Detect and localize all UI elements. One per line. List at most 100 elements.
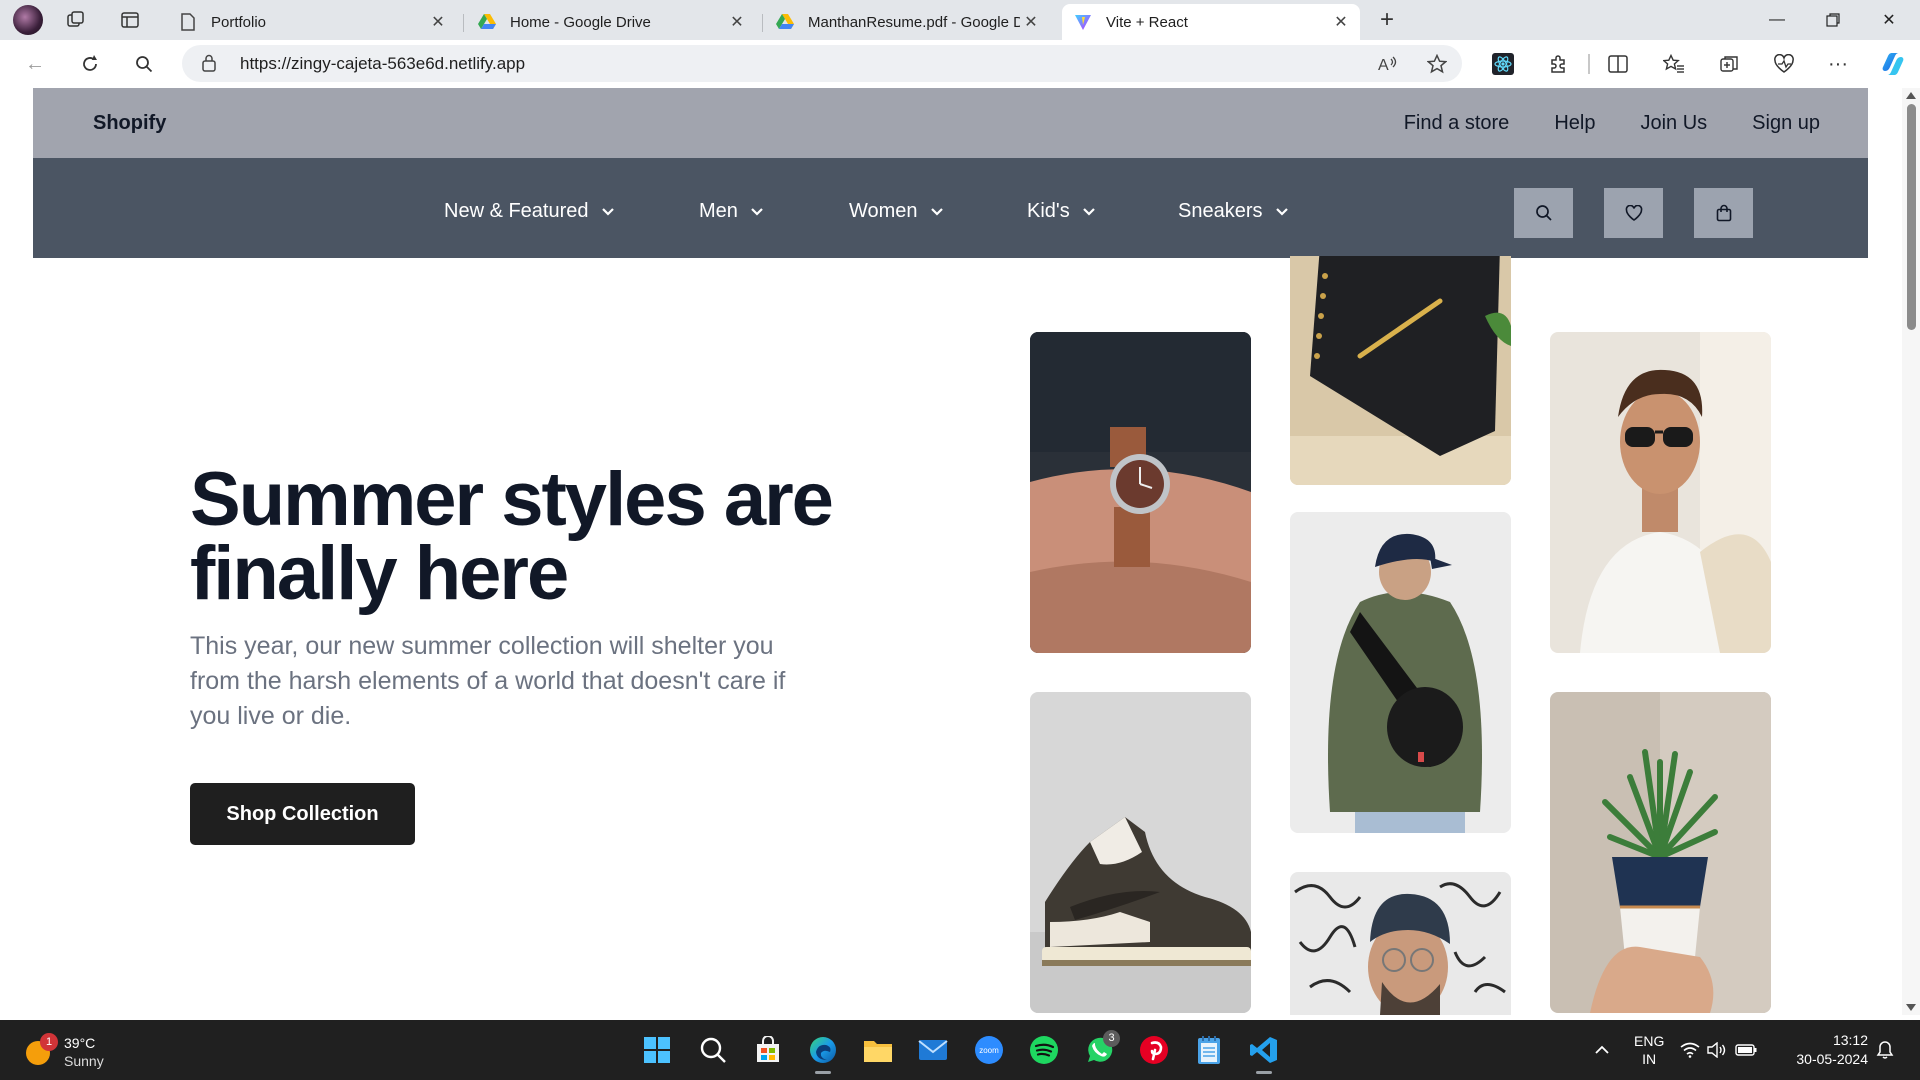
chevron-down-icon	[930, 207, 943, 216]
tab-portfolio[interactable]: Portfolio ✕	[167, 4, 457, 40]
chevron-down-icon	[1082, 207, 1095, 216]
clock-date: 30-05-2024	[1796, 1051, 1868, 1067]
lock-icon[interactable]	[202, 54, 216, 77]
page-icon	[179, 13, 197, 31]
nav-label: Men	[699, 200, 738, 222]
tab-title: Home - Google Drive	[510, 13, 651, 31]
back-icon[interactable]: ←	[22, 51, 48, 77]
workspaces-icon[interactable]	[63, 7, 89, 33]
brand-logo[interactable]: Shopify	[93, 112, 166, 135]
notification-badge: 1	[40, 1033, 58, 1051]
extensions-icon[interactable]	[1545, 51, 1571, 77]
page-scrollbar[interactable]	[1902, 88, 1920, 1015]
volume-icon[interactable]	[1705, 1032, 1729, 1068]
tab-actions-icon[interactable]	[117, 7, 143, 33]
wifi-icon[interactable]	[1678, 1032, 1702, 1068]
nav-item-new-featured[interactable]: New & Featured	[444, 200, 615, 223]
shopping-bag-icon	[1716, 204, 1731, 222]
shop-collection-button[interactable]: Shop Collection	[190, 783, 415, 845]
weather-widget[interactable]: 1 39°C Sunny	[26, 1033, 146, 1073]
vscode-icon[interactable]	[1246, 1032, 1282, 1074]
react-devtools-icon[interactable]	[1490, 51, 1516, 77]
chevron-down-icon	[1275, 207, 1288, 216]
search-icon	[1535, 205, 1552, 221]
close-tab-icon[interactable]: ✕	[1020, 12, 1042, 32]
microsoft-store-icon[interactable]	[750, 1032, 786, 1068]
weather-condition: Sunny	[64, 1053, 104, 1069]
nav-item-men[interactable]: Men	[699, 200, 764, 223]
chevron-down-icon	[751, 207, 763, 216]
hero-description: This year, our new summer collection wil…	[190, 632, 786, 730]
scroll-up-arrow[interactable]	[1906, 92, 1916, 99]
url-text: https://zingy-cajeta-563e6d.netlify.app	[240, 54, 526, 73]
close-tab-icon[interactable]: ✕	[427, 12, 449, 32]
tab-title: Vite + React	[1106, 13, 1188, 31]
tab-google-drive[interactable]: Home - Google Drive ✕	[466, 4, 756, 40]
read-aloud-icon[interactable]: A	[1376, 52, 1400, 76]
nav-label: Women	[849, 200, 918, 222]
heart-icon	[1625, 205, 1642, 221]
scroll-down-arrow[interactable]	[1906, 1004, 1916, 1011]
close-tab-icon[interactable]: ✕	[726, 12, 748, 32]
tab-vite-react[interactable]: Vite + React ✕	[1062, 4, 1360, 40]
zoom-icon[interactable]: zoom	[971, 1032, 1007, 1068]
close-window-icon[interactable]: ✕	[1861, 0, 1917, 40]
spotify-icon[interactable]	[1026, 1032, 1062, 1068]
windows-start-icon[interactable]	[639, 1032, 675, 1068]
browser-essentials-icon[interactable]	[1771, 51, 1797, 77]
copilot-icon[interactable]	[1880, 51, 1906, 77]
tab-title: ManthanResume.pdf - Google Drive	[808, 13, 1020, 31]
input-language-indicator[interactable]: ENG IN	[1634, 1032, 1664, 1068]
edge-browser-icon[interactable]	[805, 1032, 841, 1074]
page-viewport: Shopify Find a store Help Join Us Sign u…	[0, 88, 1920, 1015]
whatsapp-badge: 3	[1103, 1030, 1120, 1047]
join-us-link[interactable]: Join Us	[1640, 112, 1707, 135]
cart-button[interactable]	[1694, 188, 1753, 238]
gallery-image-man-beanie	[1290, 872, 1511, 1015]
battery-icon[interactable]	[1733, 1032, 1759, 1068]
pinterest-icon[interactable]	[1136, 1032, 1172, 1068]
toolbar-divider	[1588, 54, 1590, 74]
restore-icon[interactable]	[1805, 0, 1861, 40]
find-store-link[interactable]: Find a store	[1404, 112, 1510, 135]
nav-item-sneakers[interactable]: Sneakers	[1178, 200, 1289, 223]
profile-avatar[interactable]	[13, 5, 43, 35]
tab-title: Portfolio	[211, 13, 267, 31]
zoom-label: zoom	[979, 1046, 999, 1055]
favorite-star-icon[interactable]	[1425, 52, 1449, 76]
file-explorer-icon[interactable]	[860, 1032, 896, 1068]
nav-item-kids[interactable]: Kid's	[1027, 200, 1096, 223]
gallery-image-man-sunglasses	[1550, 332, 1771, 653]
new-tab-icon[interactable]: +	[1374, 6, 1400, 33]
tab-resume-pdf[interactable]: ManthanResume.pdf - Google Drive ✕	[764, 4, 1060, 40]
search-icon[interactable]	[131, 51, 157, 77]
taskbar-search-icon[interactable]	[695, 1032, 731, 1068]
whatsapp-icon[interactable]: 3	[1081, 1030, 1120, 1068]
hero-title-line-1: Summer styles are	[190, 457, 834, 542]
system-clock[interactable]: 13:12 30-05-2024	[1786, 1031, 1868, 1069]
mail-icon[interactable]	[915, 1032, 951, 1068]
help-link[interactable]: Help	[1554, 112, 1595, 135]
refresh-icon[interactable]	[77, 51, 103, 77]
sign-up-link[interactable]: Sign up	[1752, 112, 1820, 135]
collections-icon[interactable]	[1716, 51, 1742, 77]
nav-label: Sneakers	[1178, 200, 1263, 222]
nav-item-women[interactable]: Women	[849, 200, 944, 223]
tab-divider	[762, 14, 763, 32]
clock-time: 13:12	[1832, 1032, 1868, 1048]
favorites-icon[interactable]	[1661, 51, 1687, 77]
minimize-icon[interactable]: —	[1749, 0, 1805, 40]
notepad-icon[interactable]	[1191, 1032, 1227, 1068]
wishlist-button[interactable]	[1604, 188, 1663, 238]
split-screen-icon[interactable]	[1605, 51, 1631, 77]
url-field[interactable]: https://zingy-cajeta-563e6d.netlify.app …	[182, 45, 1462, 82]
region-code: IN	[1642, 1051, 1657, 1067]
more-options-icon[interactable]: ···	[1825, 51, 1851, 77]
search-button[interactable]	[1514, 188, 1573, 238]
notification-bell-icon[interactable]	[1872, 1032, 1898, 1068]
close-tab-icon[interactable]: ✕	[1330, 12, 1352, 32]
nav-label: Kid's	[1027, 200, 1070, 222]
gallery-image-sneaker	[1030, 692, 1251, 1013]
show-hidden-icons-chevron-up-icon[interactable]	[1584, 1032, 1620, 1068]
scrollbar-thumb[interactable]	[1907, 104, 1916, 330]
